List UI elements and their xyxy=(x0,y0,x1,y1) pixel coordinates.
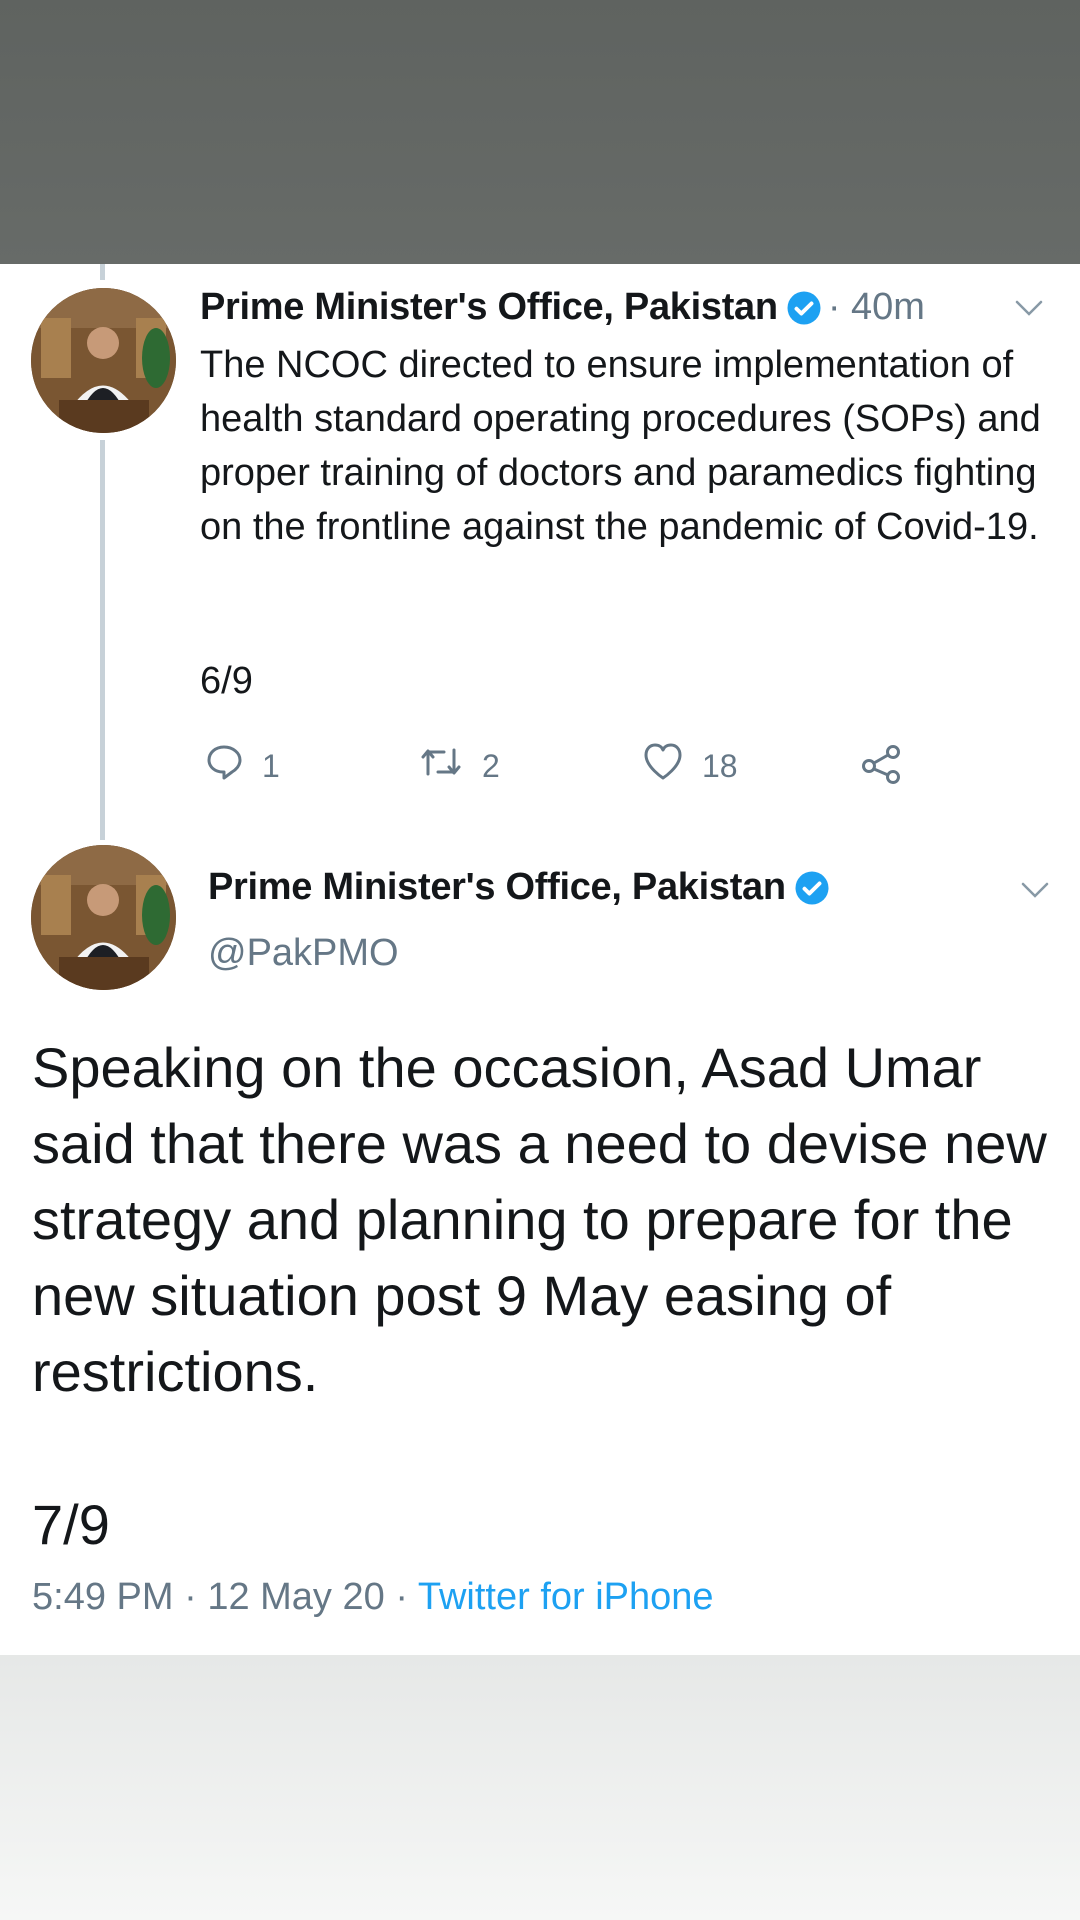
reply-count: 1 xyxy=(262,747,280,784)
share-button[interactable] xyxy=(860,742,904,794)
bottom-overlay xyxy=(0,1655,1080,1920)
tweet-source-link[interactable]: Twitter for iPhone xyxy=(418,1576,714,1618)
reply-button[interactable]: 1 xyxy=(204,742,280,790)
author-name[interactable]: Prime Minister's Office, Pakistan xyxy=(200,286,778,329)
tweet-1-header: Prime Minister's Office, Pakistan · 40m xyxy=(200,286,925,329)
verified-badge-icon xyxy=(794,870,830,906)
author-handle[interactable]: @PakPMO xyxy=(208,932,399,975)
like-icon xyxy=(642,742,684,790)
thread-line-top xyxy=(100,264,105,280)
tweet-time: 5:49 PM xyxy=(32,1576,174,1618)
reply-icon xyxy=(204,742,244,790)
thread-counter: 6/9 xyxy=(200,660,253,702)
avatar[interactable] xyxy=(31,288,176,433)
retweet-button[interactable]: 2 xyxy=(418,742,500,790)
tweet-text: The NCOC directed to ensure implementati… xyxy=(200,344,1041,548)
like-count: 18 xyxy=(702,747,738,784)
retweet-count: 2 xyxy=(482,747,500,784)
top-overlay xyxy=(0,0,1080,264)
thread-counter: 7/9 xyxy=(32,1493,110,1556)
author-name[interactable]: Prime Minister's Office, Pakistan xyxy=(208,866,786,909)
separator: · xyxy=(395,1576,408,1618)
chevron-down-icon[interactable] xyxy=(1014,298,1044,318)
retweet-icon xyxy=(418,742,464,790)
like-button[interactable]: 18 xyxy=(642,742,738,790)
tweet-text: Speaking on the occasion, Asad Umar said… xyxy=(32,1036,1047,1403)
verified-badge-icon xyxy=(786,290,822,326)
thread-line xyxy=(100,440,105,840)
chevron-down-icon[interactable] xyxy=(1020,880,1050,900)
tweet-timestamp: 5:49 PM · 12 May 20 · Twitter for iPhone xyxy=(32,1576,714,1619)
separator: · xyxy=(184,1576,197,1618)
avatar[interactable] xyxy=(31,845,176,990)
tweet-date: 12 May 20 xyxy=(207,1576,385,1618)
tweet-2-header: Prime Minister's Office, Pakistan xyxy=(208,866,830,909)
share-icon xyxy=(860,742,904,794)
tweet-time-ago: · 40m xyxy=(827,286,925,328)
